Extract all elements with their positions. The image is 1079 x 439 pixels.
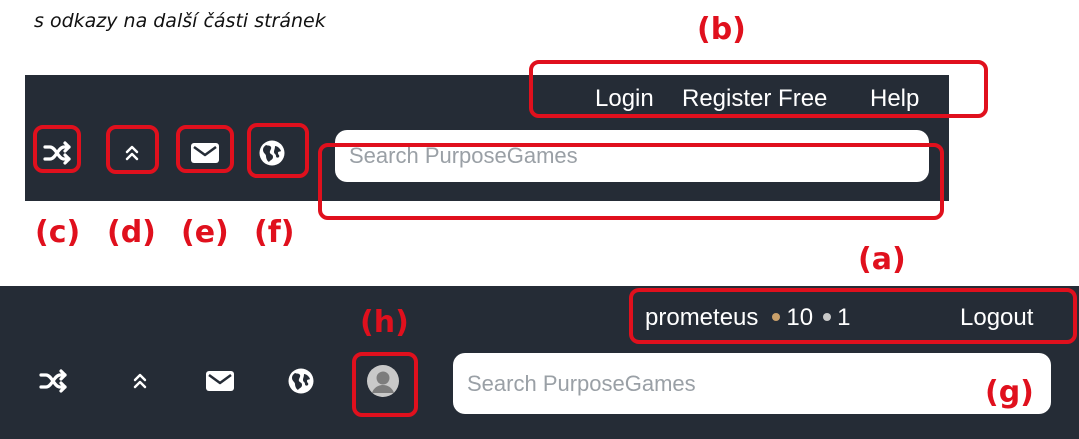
user-info: prometeus 10 1 — [645, 304, 850, 332]
annotation-label-d: (d) — [107, 215, 156, 250]
annotation-label-h: (h) — [360, 305, 409, 340]
register-link[interactable]: Register Free — [682, 85, 827, 113]
search-input[interactable]: Search PurposeGames — [453, 353, 1051, 414]
help-link[interactable]: Help — [870, 85, 919, 113]
points-count: 10 — [786, 304, 814, 331]
username[interactable]: prometeus — [645, 304, 758, 331]
search-input[interactable]: Search PurposeGames — [335, 130, 929, 182]
badges-count: 1 — [837, 304, 851, 331]
annotation-label-c: (c) — [35, 215, 81, 250]
mail-icon[interactable] — [185, 137, 225, 169]
annotation-label-b: (b) — [697, 12, 746, 47]
mail-icon[interactable] — [200, 363, 240, 399]
shuffle-icon[interactable] — [39, 137, 77, 169]
chevrons-up-icon[interactable] — [122, 363, 158, 399]
globe-icon[interactable] — [254, 137, 290, 169]
login-link[interactable]: Login — [595, 85, 654, 113]
shuffle-icon[interactable] — [34, 363, 74, 399]
annotation-label-g: (g) — [985, 375, 1034, 410]
logout-link[interactable]: Logout — [960, 304, 1033, 332]
caption: s odkazy na další části stránek — [34, 10, 326, 32]
globe-icon[interactable] — [283, 363, 319, 399]
annotation-label-e: (e) — [181, 215, 229, 250]
annotation-label-f: (f) — [254, 215, 295, 250]
navbar-logged-out: Login Register Free Help Search PurposeG… — [25, 75, 949, 201]
badge-dot — [823, 312, 832, 321]
chevrons-up-icon[interactable] — [115, 137, 149, 169]
points-dot — [772, 312, 781, 321]
navbar-logged-in: prometeus 10 1 Logout Search PurposeGames — [0, 286, 1079, 439]
avatar-icon[interactable] — [364, 362, 402, 400]
annotation-label-a: (a) — [858, 242, 906, 277]
